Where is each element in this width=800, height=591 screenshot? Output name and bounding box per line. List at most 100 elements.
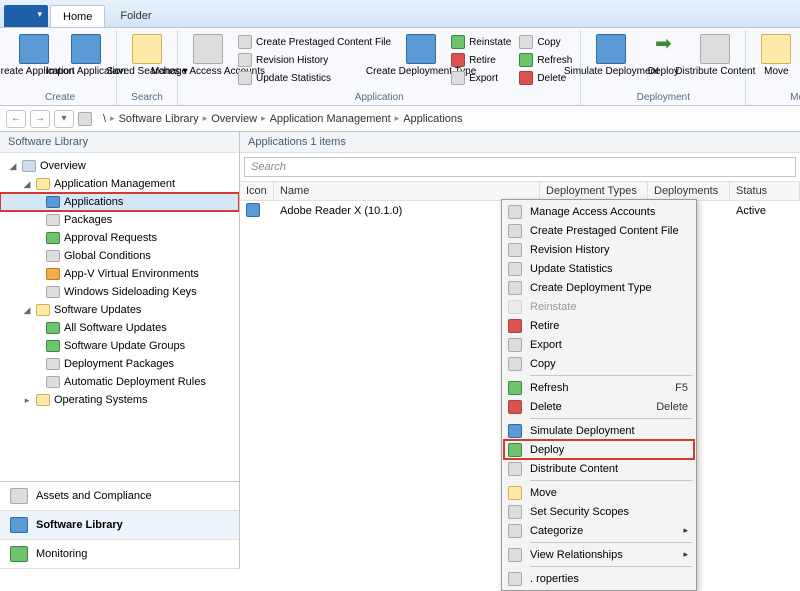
ctx-prestaged-label: Create Prestaged Content File xyxy=(530,225,688,237)
col-deployments[interactable]: Deployments xyxy=(648,182,730,200)
deploy-type-icon xyxy=(508,281,522,295)
categorize-icon xyxy=(508,524,522,538)
tree-global-conditions[interactable]: Global Conditions xyxy=(0,247,239,265)
move-button[interactable]: Move xyxy=(752,32,800,77)
ctx-simulate-deployment[interactable]: Simulate Deployment xyxy=(504,421,694,440)
ctx-retire-label: Retire xyxy=(530,320,688,332)
update-stats-label: Update Statistics xyxy=(256,73,331,84)
simulate-icon xyxy=(508,424,522,438)
submenu-arrow-icon: ▸ xyxy=(683,549,688,560)
ctx-delete-shortcut: Delete xyxy=(656,401,688,413)
simulate-deployment-button[interactable]: Simulate Deployment xyxy=(587,32,635,77)
ctx-deploy-label: Deploy xyxy=(530,444,688,456)
breadcrumb-root[interactable]: \ xyxy=(102,113,107,125)
ctx-distribute-content[interactable]: Distribute Content xyxy=(504,459,694,478)
ctx-copy[interactable]: Copy xyxy=(504,354,694,373)
ctx-separator xyxy=(530,418,692,419)
app-menu-button[interactable] xyxy=(4,5,48,27)
wunder-assets[interactable]: Assets and Compliance xyxy=(0,482,239,511)
tree-software-updates[interactable]: ◢Software Updates xyxy=(0,301,239,319)
ctx-manage-access[interactable]: Manage Access Accounts xyxy=(504,202,694,221)
ctx-properties[interactable]: . roperties xyxy=(504,569,694,588)
export-button[interactable]: Export xyxy=(449,70,513,86)
manage-access-icon xyxy=(508,205,522,219)
packages-icon xyxy=(46,214,60,226)
tree-appv[interactable]: App-V Virtual Environments xyxy=(0,265,239,283)
title-bar: Home Folder xyxy=(0,0,800,28)
ctx-refresh[interactable]: RefreshF5 xyxy=(504,378,694,397)
wunder-software-library[interactable]: Software Library xyxy=(0,511,239,540)
tree-auto-deployment-rules[interactable]: Automatic Deployment Rules xyxy=(0,373,239,391)
ribbon-group-create: Create Application Import Application Cr… xyxy=(4,30,117,105)
tree-update-groups[interactable]: Software Update Groups xyxy=(0,337,239,355)
ctx-categorize-label: Categorize xyxy=(530,525,675,537)
retire-button[interactable]: Retire xyxy=(449,52,513,68)
ctx-create-deployment-type[interactable]: Create Deployment Type xyxy=(504,278,694,297)
ctx-export[interactable]: Export xyxy=(504,335,694,354)
wunder-bar: Assets and Compliance Software Library M… xyxy=(0,481,239,569)
tab-folder[interactable]: Folder xyxy=(107,4,164,27)
distribute-content-button[interactable]: Distribute Content xyxy=(691,32,739,77)
ctx-move[interactable]: Move xyxy=(504,483,694,502)
wunder-monitoring[interactable]: Monitoring xyxy=(0,540,239,569)
nav-back-button[interactable]: ← xyxy=(6,110,26,128)
tree-applications[interactable]: Applications xyxy=(0,193,239,211)
tree-sideloading-keys[interactable]: Windows Sideloading Keys xyxy=(0,283,239,301)
ribbon-group-application: Manage Access Accounts Create Prestaged … xyxy=(178,30,581,105)
revision-icon xyxy=(238,53,252,67)
deploy-pkgs-icon xyxy=(46,358,60,370)
ctx-deploy[interactable]: Deploy xyxy=(504,440,694,459)
tree-all-software-updates[interactable]: All Software Updates xyxy=(0,319,239,337)
applications-icon xyxy=(46,196,60,208)
ctx-revision[interactable]: Revision History xyxy=(504,240,694,259)
breadcrumb-4[interactable]: Applications xyxy=(402,113,463,125)
col-icon[interactable]: Icon xyxy=(240,182,274,200)
manage-access-button[interactable]: Manage Access Accounts xyxy=(184,32,232,77)
ctx-update-statistics[interactable]: Update Statistics xyxy=(504,259,694,278)
ctx-delete[interactable]: DeleteDelete xyxy=(504,397,694,416)
breadcrumb-3[interactable]: Application Management xyxy=(269,113,392,125)
distribute-icon xyxy=(700,34,730,64)
nav-bar: ← → ▾ \▸ Software Library▸ Overview▸ App… xyxy=(0,106,800,132)
ctx-refresh-shortcut: F5 xyxy=(675,382,688,394)
deploy-icon xyxy=(648,34,678,64)
create-deploy-type-button[interactable]: Create Deployment Type xyxy=(397,32,445,77)
ctx-set-security-scopes[interactable]: Set Security Scopes xyxy=(504,502,694,521)
search-input[interactable]: Search xyxy=(244,157,796,177)
tab-home[interactable]: Home xyxy=(50,5,105,27)
overview-icon xyxy=(22,160,36,172)
ctx-retire[interactable]: Retire xyxy=(504,316,694,335)
col-deployment-types[interactable]: Deployment Types xyxy=(540,182,648,200)
ctx-copy-label: Copy xyxy=(530,358,688,370)
ctx-prestaged[interactable]: Create Prestaged Content File xyxy=(504,221,694,240)
wunder-assets-label: Assets and Compliance xyxy=(36,490,152,502)
tree-os-label: Operating Systems xyxy=(54,394,148,406)
tree-deployment-packages[interactable]: Deployment Packages xyxy=(0,355,239,373)
ctx-view-relationships[interactable]: View Relationships▸ xyxy=(504,545,694,564)
nav-dropdown-button[interactable]: ▾ xyxy=(54,110,74,128)
export-icon xyxy=(451,71,465,85)
col-status[interactable]: Status xyxy=(730,182,800,200)
tree-approval-requests[interactable]: Approval Requests xyxy=(0,229,239,247)
tree-overview[interactable]: ◢Overview xyxy=(0,157,239,175)
breadcrumb-1[interactable]: Software Library xyxy=(118,113,200,125)
export-label: Export xyxy=(469,73,498,84)
reinstate-button[interactable]: Reinstate xyxy=(449,34,513,50)
tree-app-management[interactable]: ◢Application Management xyxy=(0,175,239,193)
breadcrumb[interactable]: \▸ Software Library▸ Overview▸ Applicati… xyxy=(102,113,464,125)
tree-appmgmt-label: Application Management xyxy=(54,178,175,190)
ctx-categorize[interactable]: Categorize▸ xyxy=(504,521,694,540)
import-application-button[interactable]: Import Application xyxy=(62,32,110,77)
import-application-icon xyxy=(71,34,101,64)
copy-button[interactable]: Copy xyxy=(517,34,574,50)
tree-operating-systems[interactable]: ▸Operating Systems xyxy=(0,391,239,409)
row-icon-cell xyxy=(240,201,274,222)
col-name[interactable]: Name xyxy=(274,182,540,200)
nav-forward-button[interactable]: → xyxy=(30,110,50,128)
delete-icon xyxy=(519,71,533,85)
prestaged-button[interactable]: Create Prestaged Content File xyxy=(236,34,393,50)
tree-packages[interactable]: Packages xyxy=(0,211,239,229)
update-groups-icon xyxy=(46,340,60,352)
breadcrumb-2[interactable]: Overview xyxy=(210,113,258,125)
folder-icon xyxy=(36,394,50,406)
